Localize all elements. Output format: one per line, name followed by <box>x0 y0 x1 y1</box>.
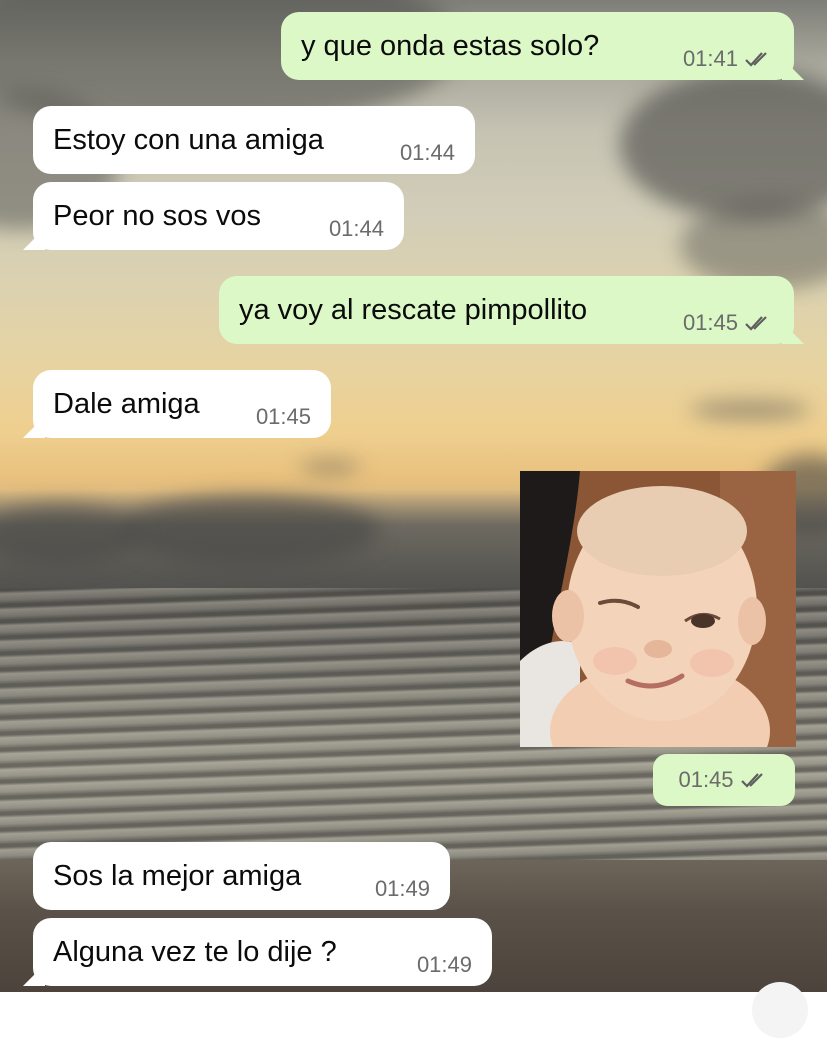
message-text: Sos la mejor amiga <box>53 859 302 892</box>
message-time: 01:41 <box>682 46 738 71</box>
message-incoming[interactable]: Estoy con una amiga 01:44 <box>33 106 475 174</box>
message-time: 01:44 <box>328 216 384 241</box>
message-incoming[interactable]: Dale amiga 01:45 <box>33 370 331 438</box>
message-image[interactable] <box>520 471 796 747</box>
message-text: y que onda estas solo? <box>301 29 600 62</box>
image-message-meta: 01:45 <box>653 754 795 806</box>
message-meta: 01:41 <box>683 46 774 72</box>
double-check-icon <box>740 773 763 788</box>
message-incoming[interactable]: Peor no sos vos 01:44 <box>33 182 404 250</box>
message-incoming[interactable]: Alguna vez te lo dije ? 01:49 <box>33 918 492 986</box>
message-time: 01:45 <box>678 767 734 792</box>
double-check-icon <box>745 316 767 331</box>
message-meta: 01:49 <box>375 876 430 902</box>
message-meta: 01:44 <box>400 140 455 166</box>
double-check-icon <box>745 52 767 67</box>
message-meta: 01:44 <box>329 216 384 242</box>
message-text: Dale amiga <box>53 387 200 420</box>
message-text: Peor no sos vos <box>53 199 261 232</box>
message-outgoing[interactable]: y que onda estas solo? 01:41 <box>281 12 794 80</box>
scroll-down-button[interactable] <box>752 982 808 1038</box>
wallpaper-cloud <box>300 460 360 474</box>
wallpaper-cloud <box>120 495 380 565</box>
message-time: 01:45 <box>682 310 738 335</box>
message-outgoing[interactable]: ya voy al rescate pimpollito 01:45 <box>219 276 794 344</box>
message-text: Alguna vez te lo dije ? <box>53 935 337 968</box>
message-text: Estoy con una amiga <box>53 123 324 156</box>
baby-photo <box>520 471 796 747</box>
message-text: ya voy al rescate pimpollito <box>239 293 588 326</box>
message-meta: 01:45 <box>256 404 311 430</box>
message-meta: 01:49 <box>417 952 472 978</box>
message-time: 01:49 <box>374 876 430 901</box>
message-time: 01:44 <box>399 140 455 165</box>
message-time: 01:49 <box>416 952 472 977</box>
wallpaper-cloud <box>690 400 810 420</box>
message-incoming[interactable]: Sos la mejor amiga 01:49 <box>33 842 450 910</box>
message-time: 01:45 <box>255 404 311 429</box>
message-meta: 01:45 <box>683 310 774 336</box>
